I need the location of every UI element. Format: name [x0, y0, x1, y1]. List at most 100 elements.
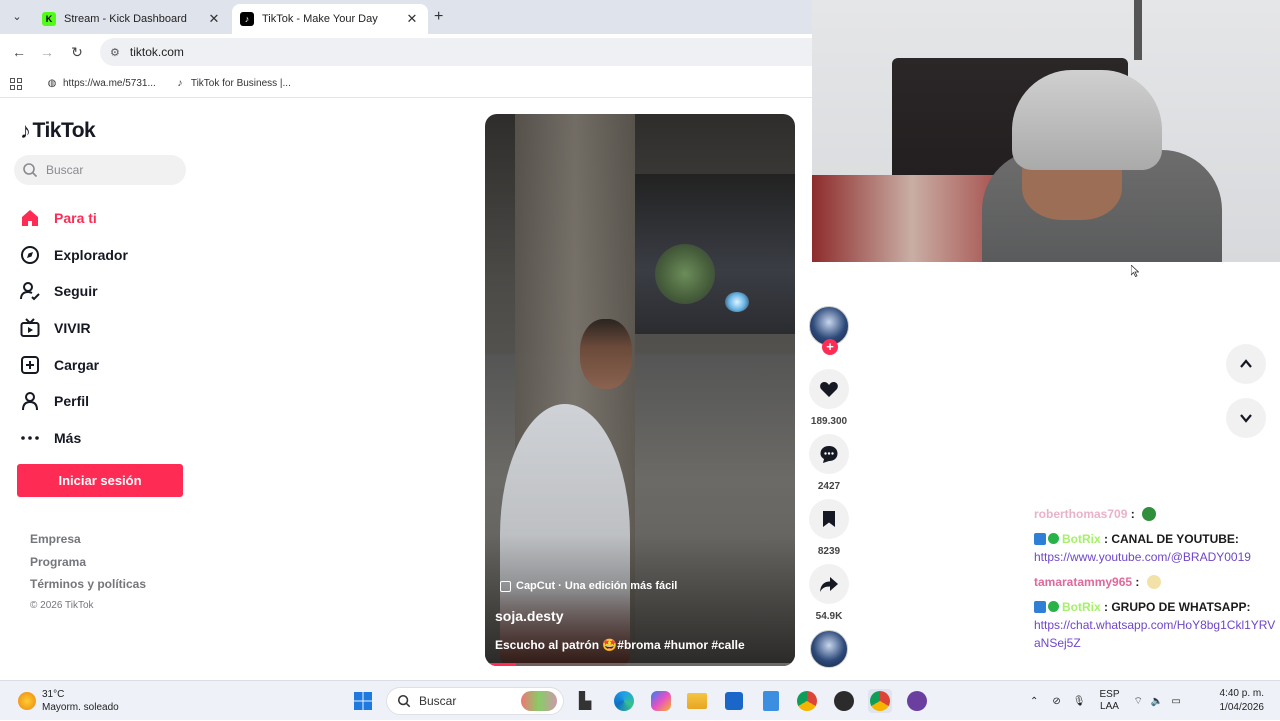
- apps-grid-icon[interactable]: [10, 77, 22, 90]
- taskbar-search[interactable]: Buscar: [386, 687, 564, 715]
- system-clock[interactable]: 4:40 p. m. 1/04/2026: [1210, 687, 1265, 715]
- streaming-app-icon[interactable]: [905, 689, 929, 713]
- profile-icon: [20, 391, 40, 411]
- video-progress-fill: [485, 663, 516, 666]
- reload-icon[interactable]: ↻: [68, 43, 86, 61]
- chevron-down-icon[interactable]: [1226, 398, 1266, 438]
- heart-icon[interactable]: [809, 369, 849, 409]
- volume-icon[interactable]: 🔈: [1151, 696, 1163, 707]
- tab-search-dropdown-icon[interactable]: ⌄: [8, 8, 26, 26]
- new-tab-button[interactable]: +: [434, 8, 443, 26]
- mouse-cursor-icon: [1131, 265, 1139, 277]
- chat-message: tamaratammy965 :: [1034, 573, 1280, 591]
- microphone-icon[interactable]: 🎙: [1073, 696, 1086, 707]
- comment-action[interactable]: 2427: [806, 434, 852, 492]
- chat-message: BotRix : CANAL DE YOUTUBE: https://www.y…: [1034, 532, 1251, 564]
- url-field[interactable]: ⚙ tiktok.com: [100, 38, 812, 66]
- chat-link[interactable]: https://www.youtube.com/@BRADY0019: [1034, 550, 1251, 564]
- notepad-icon[interactable]: [759, 689, 783, 713]
- webcam-cord: [1134, 0, 1142, 60]
- like-action[interactable]: 189.300: [806, 369, 852, 427]
- footer-link-empresa[interactable]: Empresa: [30, 532, 146, 555]
- sidebar-item-explorador[interactable]: Explorador: [20, 237, 128, 274]
- follow-icon: [20, 281, 40, 301]
- chat-link[interactable]: https://chat.whatsapp.com/HoY8bg1Ckl1YRV…: [1034, 618, 1275, 650]
- save-count: 8239: [817, 546, 841, 557]
- music-disc-avatar[interactable]: [810, 630, 848, 668]
- edge-icon[interactable]: [612, 689, 636, 713]
- network-icon[interactable]: ⊘: [1052, 696, 1060, 707]
- menu-label: VIVIR: [54, 320, 91, 337]
- sidebar-item-vivir[interactable]: VIVIR: [20, 310, 128, 347]
- video-player[interactable]: CapCut · Una edición más fácil soja.dest…: [485, 114, 795, 666]
- sidebar-footer: Empresa Programa Términos y políticas © …: [30, 532, 146, 622]
- share-icon[interactable]: [809, 564, 849, 604]
- sidebar-item-perfil[interactable]: Perfil: [20, 383, 128, 420]
- sidebar-item-para-ti[interactable]: Para ti: [20, 200, 128, 237]
- video-progress-bar[interactable]: [485, 663, 795, 666]
- menu-label: Cargar: [54, 356, 100, 373]
- tab-kick-dashboard[interactable]: K Stream - Kick Dashboard ✕: [34, 4, 230, 34]
- menu-label: Explorador: [54, 246, 128, 263]
- video-description: Escucho al patrón 🤩#broma #humor #calle: [495, 638, 745, 652]
- creator-avatar[interactable]: +: [809, 306, 849, 355]
- video-username[interactable]: soja.desty: [495, 608, 563, 624]
- site-info-icon[interactable]: ⚙: [110, 46, 120, 59]
- logo-text: TikTok: [32, 119, 96, 142]
- chevron-up-icon[interactable]: ⌃: [1030, 696, 1038, 707]
- save-action[interactable]: 8239: [806, 499, 852, 557]
- task-view-icon[interactable]: ▙: [573, 689, 597, 713]
- sidebar-item-cargar[interactable]: Cargar: [20, 346, 128, 383]
- bookmarks-bar: ◍ https://wa.me/5731... ♪ TikTok for Bus…: [0, 70, 812, 98]
- chat-text: CANAL DE YOUTUBE:: [1111, 532, 1239, 546]
- chrome-active-icon[interactable]: [868, 689, 892, 713]
- bookmark-tiktok-business[interactable]: ♪ TikTok for Business |...: [174, 78, 291, 90]
- battery-icon[interactable]: ▭: [1171, 696, 1180, 707]
- weather-widget[interactable]: 31°C Mayorm. soleado: [18, 688, 119, 714]
- bot-badge-icon: [1034, 533, 1046, 545]
- emote-icon: [1142, 507, 1157, 521]
- follow-plus-icon[interactable]: +: [822, 339, 838, 355]
- bookmark-label: https://wa.me/5731...: [63, 78, 156, 89]
- bookmark-icon[interactable]: [809, 499, 849, 539]
- app-dark-icon[interactable]: [832, 689, 856, 713]
- bot-badge-icon: [1034, 601, 1046, 613]
- footer-link-terminos[interactable]: Términos y políticas: [30, 577, 146, 600]
- temperature: 31°C: [42, 689, 65, 700]
- video-frame-head: [580, 319, 632, 389]
- share-action[interactable]: 54.9K: [806, 564, 852, 622]
- capcut-link[interactable]: CapCut · Una edición más fácil: [500, 580, 677, 592]
- video-frame-building: [635, 174, 795, 334]
- chevron-up-icon[interactable]: [1226, 344, 1266, 384]
- close-icon[interactable]: ✕: [206, 11, 222, 27]
- tiktok-icon: ♪: [177, 78, 183, 89]
- language-indicator[interactable]: ESP LAA: [1099, 689, 1119, 713]
- more-icon: [20, 428, 40, 448]
- copyright: © 2026 TikTok: [30, 599, 94, 611]
- tab-tiktok[interactable]: ♪ TikTok - Make Your Day ✕: [232, 4, 428, 34]
- bookmark-whatsapp[interactable]: ◍ https://wa.me/5731...: [46, 78, 156, 90]
- menu-label: Más: [54, 429, 82, 446]
- comment-icon[interactable]: [809, 434, 849, 474]
- copilot-icon[interactable]: [649, 689, 673, 713]
- chrome-icon[interactable]: [795, 689, 819, 713]
- search-icon: [397, 694, 411, 708]
- search-placeholder: Buscar: [46, 163, 84, 177]
- bookmark-label: TikTok for Business |...: [190, 78, 291, 89]
- close-icon[interactable]: ✕: [404, 11, 420, 27]
- sidebar-item-mas[interactable]: Más: [20, 420, 128, 457]
- back-icon[interactable]: ←: [10, 43, 28, 61]
- windows-start-icon[interactable]: [351, 689, 375, 713]
- comment-count: 2427: [817, 481, 841, 492]
- search-input[interactable]: Buscar: [14, 155, 186, 185]
- footer-link-programa[interactable]: Programa: [30, 555, 146, 578]
- tiktok-logo[interactable]: ♪ TikTok: [20, 118, 96, 144]
- wifi-icon[interactable]: ⌔: [1134, 695, 1143, 708]
- chat-username: BotRix: [1062, 532, 1101, 546]
- login-button[interactable]: Iniciar sesión: [17, 464, 183, 497]
- sidebar-item-seguir[interactable]: Seguir: [20, 273, 128, 310]
- store-icon[interactable]: [722, 689, 746, 713]
- action-bar: + 189.300 2427 8239 54.9K: [806, 306, 852, 668]
- forward-icon[interactable]: →: [38, 43, 56, 61]
- file-explorer-icon[interactable]: [685, 689, 709, 713]
